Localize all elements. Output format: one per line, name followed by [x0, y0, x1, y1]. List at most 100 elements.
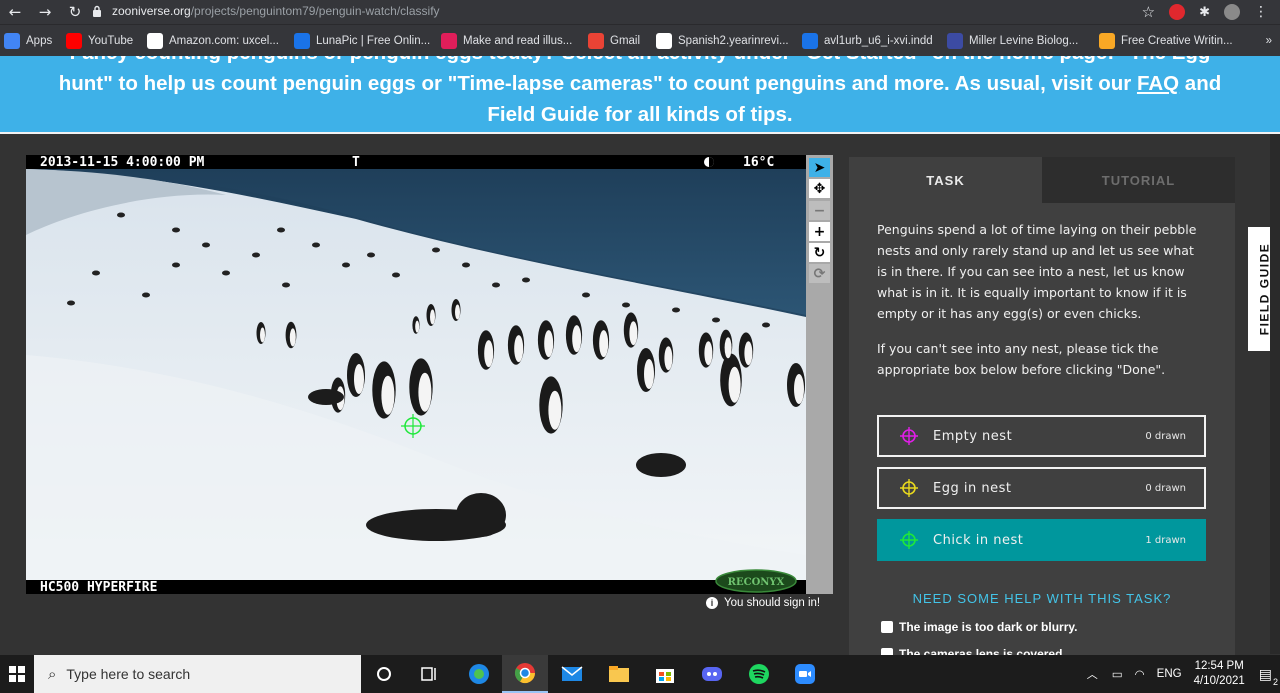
- forward-icon[interactable]: →: [30, 0, 60, 24]
- bookmark-label: Gmail: [610, 35, 641, 47]
- zoom-icon[interactable]: [782, 655, 828, 693]
- choice-empty-nest[interactable]: Empty nest 0 drawn: [877, 415, 1206, 457]
- reconyx-text: RECONYX: [728, 577, 785, 588]
- bookmark-item[interactable]: avl1urb_u6_i-xvi.indd: [802, 25, 933, 57]
- bookmark-item[interactable]: Gmail: [588, 25, 640, 57]
- browser-address-bar: ← → ↻ zooniverse.org/projects/penguintom…: [0, 0, 1280, 24]
- spotify-icon[interactable]: [736, 655, 782, 693]
- wifi-icon[interactable]: ◠: [1135, 667, 1145, 681]
- bookmark-item[interactable]: Miller Levine Biolog...: [947, 25, 1078, 57]
- pan-tool-icon[interactable]: ✥: [809, 179, 830, 198]
- cortana-icon[interactable]: [361, 655, 407, 693]
- choice-count: 0 drawn: [1145, 430, 1186, 442]
- zoom-in-icon[interactable]: +: [809, 222, 830, 241]
- camera-flag: T: [352, 155, 360, 170]
- windows-start-icon[interactable]: [0, 655, 34, 693]
- system-tray: ︿ ▭ ◠ ENG 12:54 PM 4/10/2021 ▤ 2: [1087, 655, 1280, 693]
- too-dark-checkbox[interactable]: [881, 621, 893, 633]
- show-hidden-icons-icon[interactable]: ︿: [1087, 666, 1098, 682]
- crosshair-icon: [900, 479, 918, 497]
- distant-penguin: [282, 282, 290, 288]
- lying-penguin: [636, 453, 686, 477]
- subject-image[interactable]: 2013-11-15 4:00:00 PM T 16°C HC500 HYPER…: [26, 155, 806, 594]
- task-panel: TASK TUTORIAL Penguins spend a lot of ti…: [849, 157, 1235, 661]
- task-view-icon[interactable]: [407, 655, 453, 693]
- banner-line-3: Field Guide for all kinds of tips.: [487, 103, 793, 126]
- distant-penguin: [222, 270, 230, 276]
- distant-penguin: [92, 270, 100, 276]
- crosshair-icon: [900, 427, 918, 445]
- more-bookmarks-button[interactable]: »: [1266, 25, 1272, 57]
- reset-icon[interactable]: ⟳: [809, 264, 830, 283]
- choice-count: 1 drawn: [1145, 534, 1186, 546]
- bookmark-item[interactable]: LunaPic | Free Onlin...: [294, 25, 430, 57]
- zoom-out-icon[interactable]: −: [809, 201, 830, 220]
- clock-time: 12:54 PM: [1194, 660, 1244, 672]
- back-icon[interactable]: ←: [0, 0, 30, 24]
- tab-tutorial[interactable]: TUTORIAL: [1042, 157, 1235, 203]
- choice-chick-in-nest[interactable]: Chick in nest 1 drawn: [877, 519, 1206, 561]
- instructions-paragraph-1: Penguins spend a lot of time laying on t…: [877, 222, 1197, 321]
- help-link[interactable]: NEED SOME HELP WITH THIS TASK?: [849, 591, 1235, 606]
- menu-dots-icon[interactable]: ⋮: [1254, 4, 1268, 20]
- sign-in-text: You should sign in!: [724, 597, 821, 609]
- choice-label: Egg in nest: [933, 480, 1012, 496]
- distant-penguin: [762, 322, 770, 328]
- url-host: zooniverse.org: [112, 4, 191, 18]
- camera-model: HC500 HYPERFIRE: [40, 580, 157, 594]
- reload-icon[interactable]: ↻: [60, 0, 90, 24]
- sign-in-notice: i You should sign in!: [706, 597, 820, 609]
- bookmark-label: Miller Levine Biolog...: [969, 35, 1079, 47]
- too-dark-checkbox-row[interactable]: The image is too dark or blurry.: [881, 620, 1077, 634]
- store-icon[interactable]: [642, 655, 688, 693]
- quizlet-icon: [947, 33, 963, 49]
- bookmark-item[interactable]: Make and read illus...: [441, 25, 572, 57]
- bookmark-label: Make and read illus...: [463, 35, 573, 47]
- notifications-icon[interactable]: ▤ 2: [1259, 666, 1278, 687]
- url-field[interactable]: zooniverse.org/projects/penguintom79/pen…: [92, 0, 440, 22]
- choice-label: Empty nest: [933, 428, 1013, 444]
- bookmark-item[interactable]: Amazon.com: uxcel...: [147, 25, 279, 57]
- pdf-icon: [802, 33, 818, 49]
- rotate-icon[interactable]: ↻: [809, 243, 830, 262]
- distant-penguin: [392, 272, 400, 278]
- page-scrollbar[interactable]: [1270, 134, 1280, 654]
- pointer-tool-icon[interactable]: ➤: [809, 158, 830, 177]
- bookmark-item[interactable]: YouTube: [66, 25, 133, 57]
- edge-icon[interactable]: [456, 655, 502, 693]
- avatar[interactable]: [1224, 4, 1240, 20]
- gmail-icon: [588, 33, 604, 49]
- bookmark-item[interactable]: Apps: [4, 25, 52, 57]
- faq-link[interactable]: FAQ: [1137, 72, 1179, 95]
- bookmark-label: Spanish2.yearinrevi...: [678, 35, 789, 47]
- info-icon: i: [706, 597, 718, 609]
- bookmark-item[interactable]: Spanish2.yearinrevi...: [656, 25, 789, 57]
- extension-icon[interactable]: [1169, 4, 1186, 20]
- bookmark-label: avl1urb_u6_i-xvi.indd: [824, 35, 933, 47]
- file-explorer-icon[interactable]: [596, 655, 642, 693]
- lock-icon: [93, 5, 101, 17]
- star-icon[interactable]: ☆: [1142, 3, 1155, 21]
- instructions-paragraph-2: If you can't see into any nest, please t…: [877, 341, 1166, 377]
- tab-task[interactable]: TASK: [849, 157, 1042, 203]
- clock[interactable]: 12:54 PM 4/10/2021: [1194, 659, 1245, 689]
- discord-icon[interactable]: [689, 655, 735, 693]
- distant-penguin: [202, 242, 210, 248]
- taskbar-search-placeholder: Type here to search: [66, 666, 191, 682]
- chrome-icon[interactable]: [502, 655, 548, 693]
- puzzle-icon[interactable]: ✱: [1199, 5, 1210, 20]
- task-instructions: Penguins spend a lot of time laying on t…: [877, 219, 1207, 394]
- language-indicator[interactable]: ENG: [1157, 668, 1182, 680]
- distant-penguin: [142, 292, 150, 298]
- battery-icon[interactable]: ▭: [1112, 667, 1123, 681]
- image-toolbar: ➤ ✥ − + ↻ ⟳: [806, 155, 833, 594]
- banner-line-2: hunt" to help us count penguin eggs or "…: [58, 72, 1222, 95]
- clock-date: 4/10/2021: [1193, 675, 1245, 687]
- bookmark-item[interactable]: Free Creative Writin...: [1099, 25, 1233, 57]
- bookmark-label: LunaPic | Free Onlin...: [316, 35, 431, 47]
- mail-icon[interactable]: [549, 655, 595, 693]
- penguin-scene: 2013-11-15 4:00:00 PM T 16°C HC500 HYPER…: [26, 155, 806, 594]
- taskbar-search[interactable]: ⌕ Type here to search: [34, 655, 361, 693]
- choice-egg-in-nest[interactable]: Egg in nest 0 drawn: [877, 467, 1206, 509]
- choice-label: Chick in nest: [933, 532, 1024, 548]
